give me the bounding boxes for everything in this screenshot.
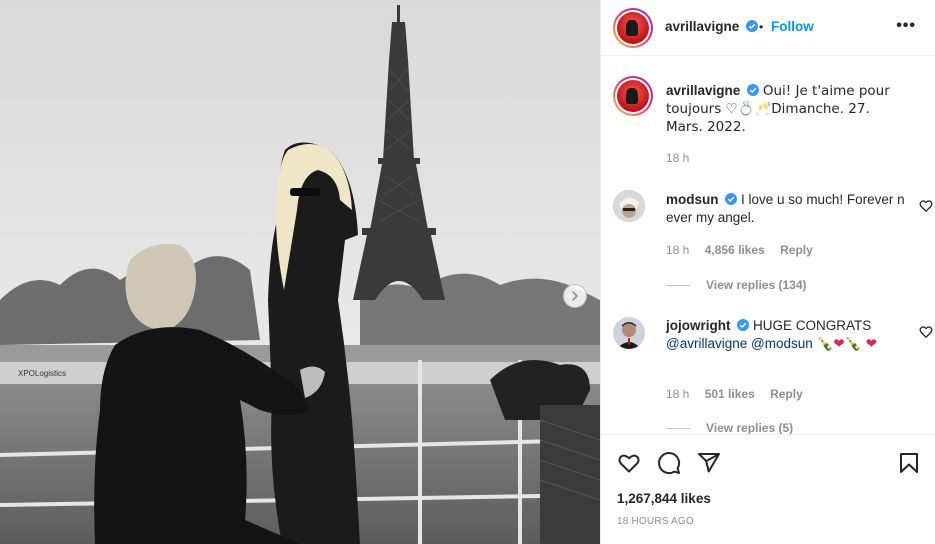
comment-username[interactable]: modsun — [666, 192, 719, 207]
reply-button[interactable]: Reply — [780, 243, 813, 257]
bookmark-icon[interactable] — [897, 451, 921, 475]
caption-username[interactable]: avrillavigne — [666, 83, 740, 98]
commenter-avatar[interactable] — [613, 317, 645, 349]
view-replies-label[interactable]: View replies (134) — [706, 278, 807, 292]
replies-divider-line — [666, 285, 690, 287]
verified-badge-icon — [746, 20, 759, 32]
caption-time: 18 h — [666, 151, 690, 165]
view-replies-button[interactable]: View replies (5) — [666, 421, 793, 434]
proposal-photo-scene: XPOLogistics — [0, 0, 600, 544]
heart-outline-icon[interactable] — [617, 451, 641, 475]
follow-button[interactable]: Follow — [771, 19, 814, 34]
view-replies-label[interactable]: View replies (5) — [706, 421, 793, 434]
jojowright-avatar-image — [613, 317, 645, 349]
post-photo[interactable]: XPOLogistics — [0, 0, 600, 544]
mention-link[interactable]: @modsun — [751, 336, 813, 351]
post-timestamp[interactable]: 18 HOURS AGO — [617, 516, 694, 527]
more-options-button[interactable]: ••• — [896, 17, 916, 35]
caption-avatar[interactable] — [613, 76, 653, 116]
next-photo-button[interactable] — [563, 284, 587, 308]
verified-badge-icon — [747, 84, 760, 96]
commenter-avatar[interactable] — [613, 190, 645, 222]
comment-meta: 18 h 501 likes Reply — [666, 387, 815, 401]
comment-likes[interactable]: 501 likes — [705, 387, 755, 401]
comment-meta: 18 h 4,856 likes Reply — [666, 243, 825, 257]
modsun-avatar-image — [613, 190, 645, 222]
author-username-text[interactable]: avrillavigne — [665, 19, 739, 34]
comment-username[interactable]: jojowright — [666, 318, 731, 333]
comment-text: modsun I love u so much! Forever n ever … — [666, 191, 906, 227]
comment-time: 18 h — [666, 243, 690, 257]
post-actions: 1,267,844 likes 18 HOURS AGO — [601, 434, 935, 544]
like-comment-heart-icon[interactable] — [919, 199, 933, 213]
comment-body: HUGE CONGRATS — [753, 318, 872, 333]
post-side-panel: avrillavigne • Follow ••• avrillavigne O… — [600, 0, 935, 544]
like-comment-heart-icon[interactable] — [919, 325, 933, 339]
comment-bubble-icon[interactable] — [657, 451, 681, 475]
replies-divider-line — [666, 428, 690, 430]
paper-plane-icon[interactable] — [697, 451, 721, 475]
caption-text: avrillavigne Oui! Je t'aime pour toujour… — [666, 82, 906, 136]
author-avatar[interactable] — [613, 8, 653, 48]
comments-list[interactable]: avrillavigne Oui! Je t'aime pour toujour… — [601, 57, 935, 434]
comment-time: 18 h — [666, 387, 690, 401]
view-replies-button[interactable]: View replies (134) — [666, 278, 807, 292]
comment-emoji: 🍾❤🍾 ❤ — [816, 336, 878, 352]
reply-button[interactable]: Reply — [770, 387, 803, 401]
chevron-right-icon — [572, 291, 579, 301]
svg-text:XPOLogistics: XPOLogistics — [18, 369, 66, 378]
verified-badge-icon — [725, 193, 738, 205]
author-username[interactable]: avrillavigne — [665, 19, 759, 34]
post-header: avrillavigne • Follow ••• — [601, 0, 935, 56]
post-likes-count[interactable]: 1,267,844 likes — [617, 491, 711, 506]
comment-likes[interactable]: 4,856 likes — [705, 243, 765, 257]
verified-badge-icon — [737, 319, 750, 331]
mention-link[interactable]: @avrillavigne — [666, 336, 747, 351]
header-separator: • — [759, 20, 764, 34]
comment-text: jojowright HUGE CONGRATS @avrillavigne @… — [666, 317, 906, 353]
